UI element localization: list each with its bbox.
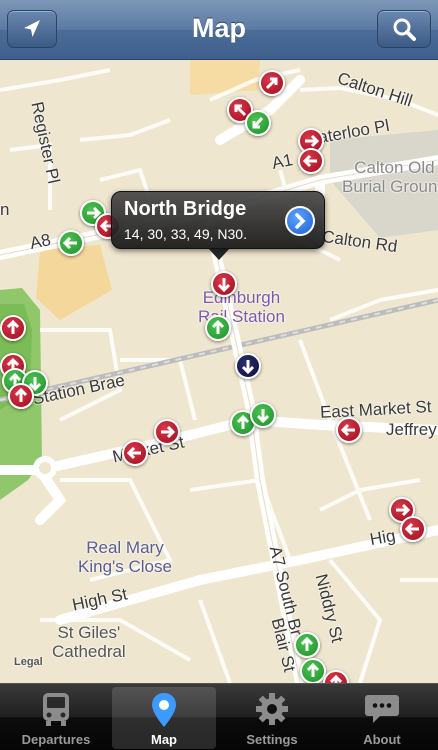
tab-label: Settings	[246, 732, 298, 747]
arrow-up-icon	[14, 387, 28, 402]
bus-stop-pin[interactable]	[400, 516, 426, 542]
bus-stop-pin[interactable]	[205, 315, 231, 341]
bus-stop-pin[interactable]	[336, 417, 362, 443]
arrow-down-icon	[217, 278, 231, 293]
map-base	[0, 60, 438, 683]
arrow-left-icon	[404, 522, 419, 536]
arrow-down-left-icon	[252, 117, 264, 129]
bus-stop-pin[interactable]	[294, 632, 320, 658]
arrow-down-icon	[256, 409, 270, 424]
street-label-n-fragment: n	[0, 200, 10, 219]
poi-label-real-mary-kings-close: Real Mary King's Close	[78, 538, 172, 576]
map-pin-icon	[152, 693, 176, 727]
arrow-up-icon	[6, 319, 20, 334]
arrow-up-right-icon	[265, 77, 278, 90]
bus-stop-pin[interactable]	[250, 402, 276, 428]
bus-stop-pin[interactable]	[0, 315, 26, 341]
map-view[interactable]: Register Pl Calton Hill aterloo Pl A1 Ca…	[0, 60, 438, 683]
callout-routes: 14, 30, 33, 49, N30.	[124, 226, 247, 242]
callout-title: North Bridge	[124, 198, 247, 220]
bus-stop-pin[interactable]	[323, 670, 349, 683]
arrow-up-icon	[211, 319, 225, 334]
tab-label: Departures	[21, 732, 91, 747]
tab-settings[interactable]: Settings	[220, 687, 324, 749]
search-icon	[393, 18, 416, 41]
callout-detail-button[interactable]	[285, 206, 315, 236]
arrow-left-icon	[126, 446, 141, 460]
street-label-a1: A1	[270, 150, 295, 173]
nav-bar: Map	[0, 0, 438, 60]
arrow-left-icon	[340, 423, 355, 437]
arrow-left-icon	[62, 236, 77, 250]
street-label-jeffrey: Jeffrey	[386, 420, 437, 439]
arrow-up-icon	[300, 636, 314, 651]
bus-stop-pin[interactable]	[235, 353, 261, 379]
arrow-left-icon	[302, 154, 317, 168]
bus-stop-pin[interactable]	[259, 70, 285, 96]
arrow-up-icon	[306, 662, 320, 677]
tab-label: About	[363, 732, 401, 747]
street-label-a8: A8	[28, 230, 53, 253]
page-title: Map	[192, 13, 246, 43]
bus-stop-pin[interactable]	[245, 110, 271, 136]
bus-stop-pin-selected[interactable]	[211, 271, 237, 297]
poi-label-calton-old: Calton Old Burial Ground	[342, 158, 438, 196]
arrow-up-icon	[329, 674, 343, 683]
search-button[interactable]	[377, 10, 431, 48]
legal-link[interactable]: Legal	[14, 656, 43, 668]
bus-stop-pin[interactable]	[8, 383, 34, 409]
bus-stop-pin[interactable]	[154, 419, 180, 445]
bus-stop-pin[interactable]	[300, 658, 326, 683]
tab-bar: Departures Map Settings About	[0, 683, 438, 750]
bus-stop-pin[interactable]	[122, 440, 148, 466]
bus-stop-pin[interactable]	[298, 148, 324, 174]
chevron-right-icon	[295, 213, 306, 229]
tab-departures[interactable]: Departures	[4, 687, 108, 749]
bus-stop-pin[interactable]	[58, 230, 84, 256]
stop-callout[interactable]: North Bridge 14, 30, 33, 49, N30.	[111, 191, 325, 260]
speech-bubble-icon	[365, 695, 399, 723]
tab-map[interactable]: Map	[112, 687, 216, 749]
poi-label-st-giles-cathedral: St Giles' Cathedral	[52, 623, 126, 661]
tab-about[interactable]: About	[330, 687, 434, 749]
arrow-down-icon	[241, 360, 255, 375]
arrow-right-icon	[161, 425, 176, 439]
gear-icon	[256, 693, 288, 725]
bus-icon	[43, 693, 69, 726]
tab-label: Map	[151, 732, 177, 747]
